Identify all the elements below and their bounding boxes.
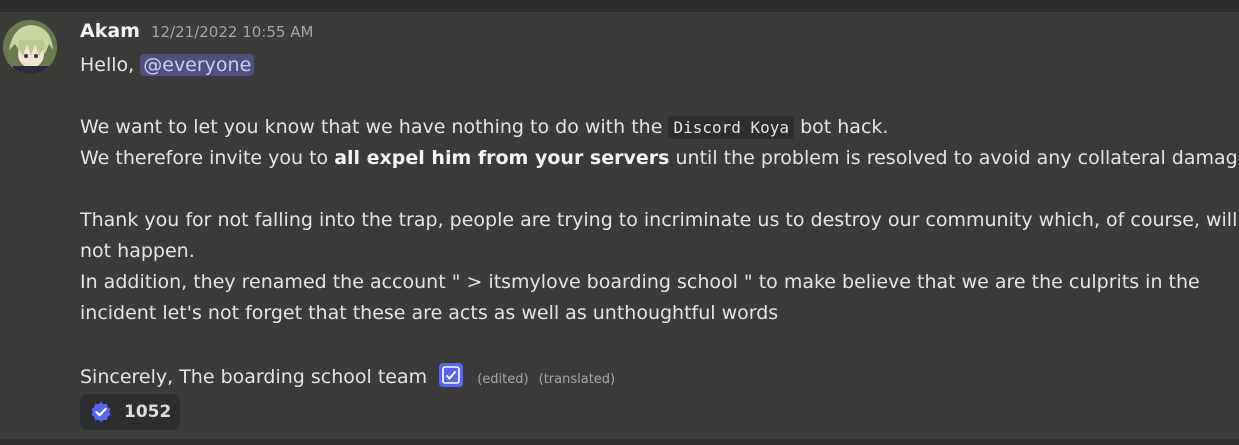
greeting-text: Hello,: [80, 54, 135, 76]
avatar[interactable]: [3, 20, 57, 74]
paragraph-3-line-2: not happen.: [80, 240, 195, 262]
paragraph-2: We therefore invite you to all expel him…: [80, 145, 1239, 171]
timestamp[interactable]: 12/21/2022 10:55 AM: [151, 23, 313, 41]
bold-text: all expel him from your servers: [334, 147, 670, 169]
p1-text-after: bot hack.: [800, 116, 889, 138]
reaction-button[interactable]: 1052: [80, 394, 180, 430]
paragraph-1: We want to let you know that we have not…: [80, 114, 888, 141]
p1-text-before: We want to let you know that we have not…: [80, 116, 663, 138]
paragraph-4-line-2: incident let's not forget that these are…: [80, 302, 779, 324]
signature-line: Sincerely, The boarding school team (edi…: [80, 363, 615, 393]
p2-text-after: until the problem is resolved to avoid a…: [675, 147, 1239, 169]
chat-message: Akam 12/21/2022 10:55 AM Hello, @everyon…: [0, 12, 1239, 439]
verified-check-icon: [91, 402, 111, 422]
edited-label: (edited): [477, 372, 529, 387]
paragraph-4-line-1: In addition, they renamed the account " …: [80, 271, 1200, 293]
paragraph-3-line-1: Thank you for not falling into the trap,…: [80, 209, 1238, 231]
greeting-line: Hello, @everyone: [80, 52, 255, 78]
message-header: Akam 12/21/2022 10:55 AM: [80, 20, 313, 46]
avatar-image: [3, 20, 57, 74]
top-bar: [0, 0, 1239, 12]
translated-label[interactable]: (translated): [539, 372, 616, 387]
p2-text-before: We therefore invite you to: [80, 147, 329, 169]
bottom-bar: [0, 439, 1239, 445]
check-badge-icon: [439, 363, 464, 387]
inline-code: Discord Koya: [668, 116, 795, 139]
username[interactable]: Akam: [80, 20, 140, 42]
reaction-count: 1052: [124, 402, 172, 422]
everyone-mention[interactable]: @everyone: [140, 54, 255, 76]
signature-text: Sincerely, The boarding school team: [80, 366, 428, 388]
